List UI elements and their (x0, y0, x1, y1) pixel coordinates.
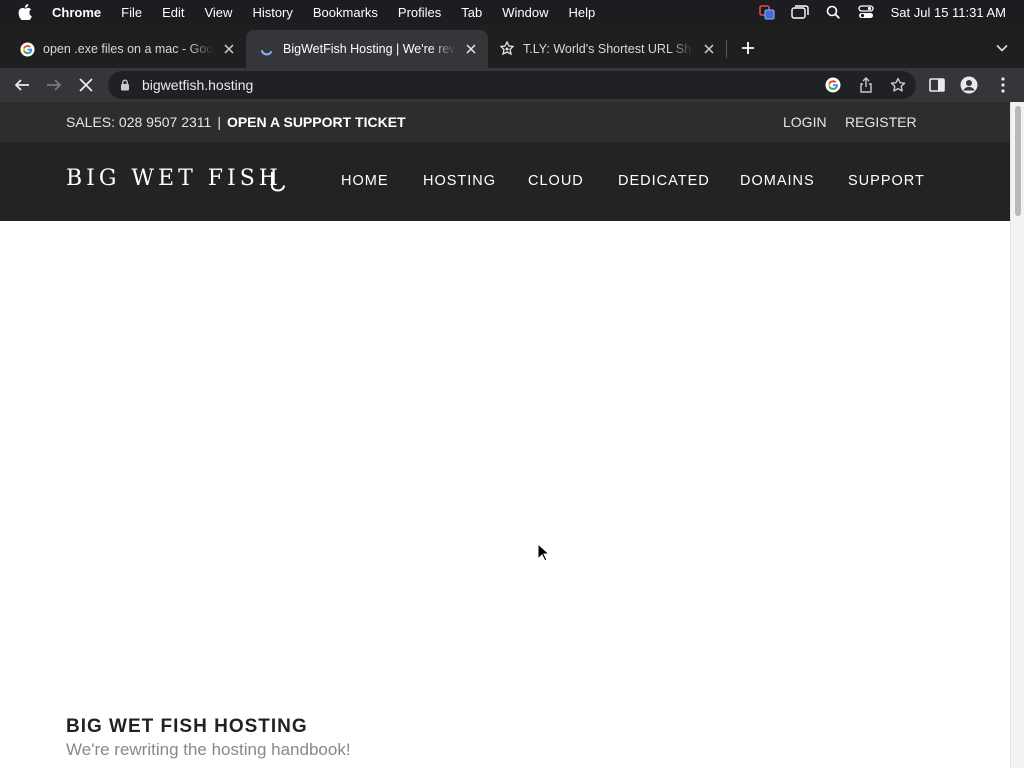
menu-help[interactable]: Help (569, 5, 596, 20)
back-icon[interactable] (9, 72, 35, 98)
url-text[interactable]: bigwetfish.hosting (142, 77, 916, 93)
lock-icon[interactable] (120, 79, 132, 91)
google-lens-icon[interactable] (822, 74, 844, 96)
close-icon[interactable] (700, 40, 718, 58)
share-icon[interactable] (855, 74, 877, 96)
spotlight-search-icon[interactable] (822, 0, 844, 24)
profile-icon[interactable] (956, 72, 982, 98)
window-icon[interactable] (789, 0, 811, 24)
register-link[interactable]: REGISTER (845, 114, 917, 130)
menu-view[interactable]: View (204, 5, 232, 20)
screen-share-icon[interactable] (756, 0, 778, 24)
site-main-nav: BIG WET FISH HOME HOSTING CLOUD DEDICATE… (0, 142, 1010, 221)
forward-icon[interactable] (41, 72, 67, 98)
menu-edit[interactable]: Edit (162, 5, 184, 20)
menu-history[interactable]: History (252, 5, 292, 20)
menubar-clock[interactable]: Sat Jul 15 11:31 AM (891, 5, 1006, 20)
stop-loading-icon[interactable] (73, 72, 99, 98)
close-icon[interactable] (220, 40, 238, 58)
site-top-bar: SALES: 028 9507 2311 | OPEN A SUPPORT TICK… (0, 102, 1010, 142)
tab-title: BigWetFish Hosting | We're rewriting (283, 42, 456, 56)
site-logo[interactable]: BIG WET FISH (66, 166, 282, 191)
menu-kebab-icon[interactable] (990, 72, 1016, 98)
page-tagline: We're rewriting the hosting handbook! (66, 740, 351, 759)
tab-tly[interactable]: T.LY: World's Shortest URL Shortener (486, 30, 726, 68)
nav-home[interactable]: HOME (341, 173, 389, 189)
tab-google-search[interactable]: open .exe files on a mac - Google (6, 30, 246, 68)
loading-spinner-icon (259, 41, 275, 57)
nav-domains[interactable]: DOMAINS (740, 173, 815, 189)
mouse-cursor-icon (537, 543, 551, 562)
tab-search-chevron-down-icon[interactable] (990, 36, 1014, 60)
web-page: SALES: 028 9507 2311 | OPEN A SUPPORT TICK… (0, 102, 1010, 768)
nav-dedicated[interactable]: DEDICATED (618, 173, 710, 189)
tab-bigwetfish[interactable]: BigWetFish Hosting | We're rewriting (246, 30, 488, 68)
tab-title: open .exe files on a mac - Google (43, 42, 214, 56)
login-link[interactable]: LOGIN (783, 114, 827, 130)
sales-phone[interactable]: SALES: 028 9507 2311 (66, 114, 211, 130)
tab-title: T.LY: World's Shortest URL Shortener (523, 42, 694, 56)
google-icon (19, 41, 35, 57)
nav-hosting[interactable]: HOSTING (423, 173, 496, 189)
macos-menu-bar: Chrome File Edit View History Bookmarks … (0, 0, 1024, 24)
menu-profiles[interactable]: Profiles (398, 5, 441, 20)
close-icon[interactable] (462, 40, 480, 58)
menu-app-chrome[interactable]: Chrome (52, 5, 101, 20)
nav-cloud[interactable]: CLOUD (528, 173, 584, 189)
new-tab-plus-icon[interactable] (736, 36, 760, 60)
scrollbar-thumb[interactable] (1015, 106, 1021, 216)
topbar-separator: | (217, 114, 221, 130)
menu-file[interactable]: File (121, 5, 142, 20)
tly-icon (499, 41, 515, 57)
control-center-icon[interactable] (855, 0, 877, 24)
address-bar[interactable]: bigwetfish.hosting (108, 71, 916, 99)
hero-area (0, 221, 1010, 691)
side-panel-icon[interactable] (924, 72, 950, 98)
sales-contact: SALES: 028 9507 2311 | OPEN A SUPPORT TICK… (66, 114, 406, 130)
tab-strip: open .exe files on a mac - Google BigWet… (0, 24, 1024, 68)
browser-toolbar: bigwetfish.hosting (0, 68, 1024, 102)
open-ticket-link[interactable]: OPEN A SUPPORT TICKET (227, 114, 406, 130)
menu-window[interactable]: Window (502, 5, 548, 20)
menu-bookmarks[interactable]: Bookmarks (313, 5, 378, 20)
nav-support[interactable]: SUPPORT (848, 173, 925, 189)
logo-fish-tail-icon (271, 172, 285, 192)
page-scrollbar[interactable] (1010, 102, 1024, 768)
menu-tab[interactable]: Tab (461, 5, 482, 20)
apple-icon[interactable] (18, 4, 38, 20)
bookmark-star-icon[interactable] (887, 74, 909, 96)
page-headline: BIG WET FISH HOSTING (66, 716, 308, 737)
tab-separator (726, 40, 727, 58)
